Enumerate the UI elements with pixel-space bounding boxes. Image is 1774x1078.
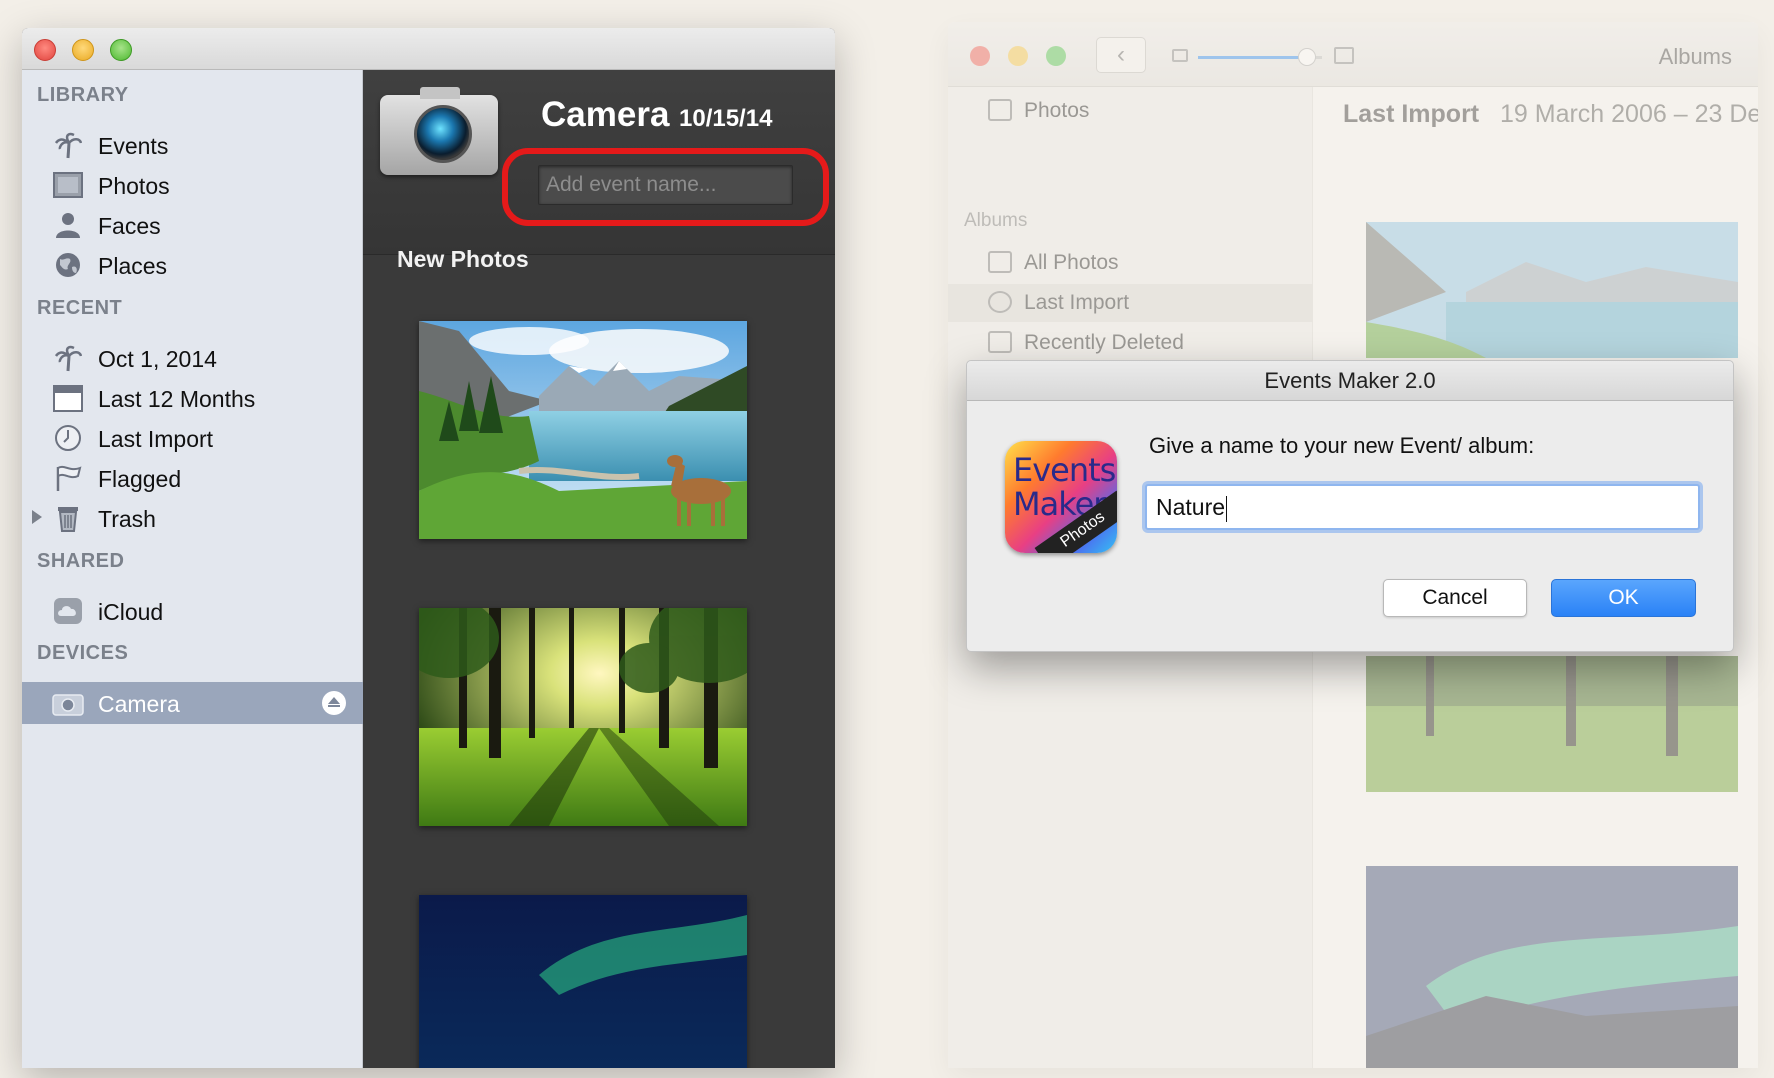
iphoto-window: LIBRARY Events Photos Faces Places RECEN… — [22, 28, 835, 1068]
clock-icon — [52, 423, 84, 453]
sidebar-item-faces[interactable]: Faces — [22, 204, 363, 246]
sidebar-item-label: All Photos — [1024, 251, 1119, 274]
sidebar-item-label: Events — [98, 133, 169, 159]
globe-icon — [52, 250, 84, 280]
sidebar-item-label: Recently Deleted — [1024, 331, 1184, 354]
sidebar-item-events[interactable]: Events — [22, 124, 363, 166]
close-window-button[interactable] — [34, 39, 56, 61]
content-date-range: 19 March 2006 – 23 De — [1500, 100, 1758, 128]
sidebar-item-flagged[interactable]: Flagged — [22, 457, 363, 499]
ok-button[interactable]: OK — [1551, 579, 1696, 617]
sidebar-item-all-photos[interactable]: All Photos — [948, 244, 1313, 282]
sidebar-item-places[interactable]: Places — [22, 244, 363, 286]
device-title: Camera — [541, 95, 670, 134]
zoom-slider-knob[interactable] — [1298, 48, 1316, 66]
sidebar-item-label: Oct 1, 2014 — [98, 346, 217, 372]
photo-thumbnail-lake[interactable] — [1366, 222, 1738, 358]
text-caret — [1226, 495, 1228, 522]
sidebar-item-label: Last 12 Months — [98, 386, 256, 412]
toolbar-title: Albums — [1658, 44, 1732, 69]
camera-device-icon — [380, 87, 498, 175]
sidebar-item-label: Places — [98, 253, 168, 279]
flag-icon — [52, 463, 84, 493]
photo-thumbnail-aurora[interactable] — [419, 895, 747, 1068]
sidebar-item-recently-deleted[interactable]: Recently Deleted — [948, 324, 1313, 362]
albums-header: Albums — [964, 210, 1028, 231]
sidebar-item-label: Trash — [98, 506, 156, 532]
sidebar-item-photos[interactable]: Photos — [948, 92, 1313, 130]
minimize-window-button[interactable] — [1008, 46, 1028, 66]
dialog-title: Events Maker 2.0 — [967, 361, 1733, 401]
zoom-slider[interactable] — [1198, 56, 1308, 59]
section-header-shared: SHARED — [37, 550, 125, 572]
cancel-button[interactable]: Cancel — [1383, 579, 1527, 617]
sidebar-item-label: Last Import — [98, 426, 214, 452]
sidebar-item-last-import[interactable]: Last Import — [948, 284, 1313, 322]
new-photos-label: New Photos — [397, 246, 529, 272]
trash-icon — [52, 503, 84, 533]
events-maker-app-icon: Events Maker Photos — [1005, 441, 1117, 553]
section-header-library: LIBRARY — [37, 84, 129, 106]
sidebar-item-label: Last Import — [1024, 291, 1130, 314]
sidebar-item-label: Photos — [98, 173, 170, 199]
photos-toolbar: ‹ Albums — [948, 22, 1758, 87]
photo-frame-icon — [52, 170, 84, 200]
palm-tree-icon — [52, 343, 84, 373]
photo-thumbnail-lake[interactable] — [419, 321, 747, 539]
photo-thumbnail-forest[interactable] — [419, 608, 747, 826]
content-title: Last Import — [1343, 100, 1480, 128]
sidebar-item-last-import[interactable]: Last Import — [22, 417, 363, 459]
app-icon-text-events: Events — [1013, 451, 1116, 489]
sidebar-item-icloud[interactable]: iCloud — [22, 590, 363, 632]
sidebar-item-oct-1-2014[interactable]: Oct 1, 2014 — [22, 337, 363, 379]
event-name-field[interactable]: Nature — [1145, 484, 1700, 530]
iphoto-sidebar: LIBRARY Events Photos Faces Places RECEN… — [22, 70, 363, 1068]
minimize-window-button[interactable] — [72, 39, 94, 61]
sidebar-item-camera[interactable]: Camera — [22, 682, 363, 724]
person-icon — [52, 210, 84, 240]
zoom-window-button[interactable] — [1046, 46, 1066, 66]
photos-icon — [988, 99, 1012, 121]
sidebar-item-label: Flagged — [98, 466, 182, 492]
dialog-prompt: Give a name to your new Event/ album: — [1149, 433, 1535, 458]
photo-thumbnail-aurora[interactable] — [1366, 866, 1738, 1068]
sidebar-item-label: iCloud — [98, 599, 164, 625]
sidebar-item-label: Photos — [1024, 99, 1090, 122]
zoom-window-button[interactable] — [110, 39, 132, 61]
palm-tree-icon — [52, 130, 84, 160]
event-name-value: Nature — [1156, 494, 1226, 520]
import-header: Camera 10/15/14 Add event name... New Ph… — [363, 70, 835, 272]
disclosure-triangle-icon[interactable] — [32, 510, 42, 524]
cloud-icon — [52, 596, 84, 626]
trash-icon — [988, 331, 1012, 353]
iphoto-titlebar — [22, 28, 835, 70]
all-photos-icon — [988, 251, 1012, 273]
large-thumbnail-icon — [1334, 47, 1354, 64]
sidebar-item-photos[interactable]: Photos — [22, 164, 363, 206]
events-maker-dialog: Events Maker 2.0 Events Maker Photos Giv… — [966, 360, 1734, 652]
sidebar-item-label: Faces — [98, 213, 161, 239]
sidebar-item-label: Camera — [98, 691, 180, 717]
photo-thumbnail-forest[interactable] — [1366, 656, 1738, 792]
clock-icon — [988, 291, 1012, 313]
section-header-recent: RECENT — [37, 297, 123, 319]
import-pane: Camera 10/15/14 Add event name... New Ph… — [363, 70, 835, 1068]
sidebar-item-last-12-months[interactable]: Last 12 Months — [22, 377, 363, 419]
device-date: 10/15/14 — [679, 105, 773, 132]
camera-icon — [52, 688, 84, 718]
annotation-highlight-ring — [502, 148, 829, 226]
close-window-button[interactable] — [970, 46, 990, 66]
back-button[interactable]: ‹ — [1096, 37, 1146, 73]
small-thumbnail-icon — [1172, 49, 1188, 62]
calendar-icon — [52, 383, 84, 413]
section-header-devices: DEVICES — [37, 642, 129, 664]
eject-icon[interactable] — [322, 691, 346, 715]
sidebar-item-trash[interactable]: Trash — [22, 497, 363, 539]
